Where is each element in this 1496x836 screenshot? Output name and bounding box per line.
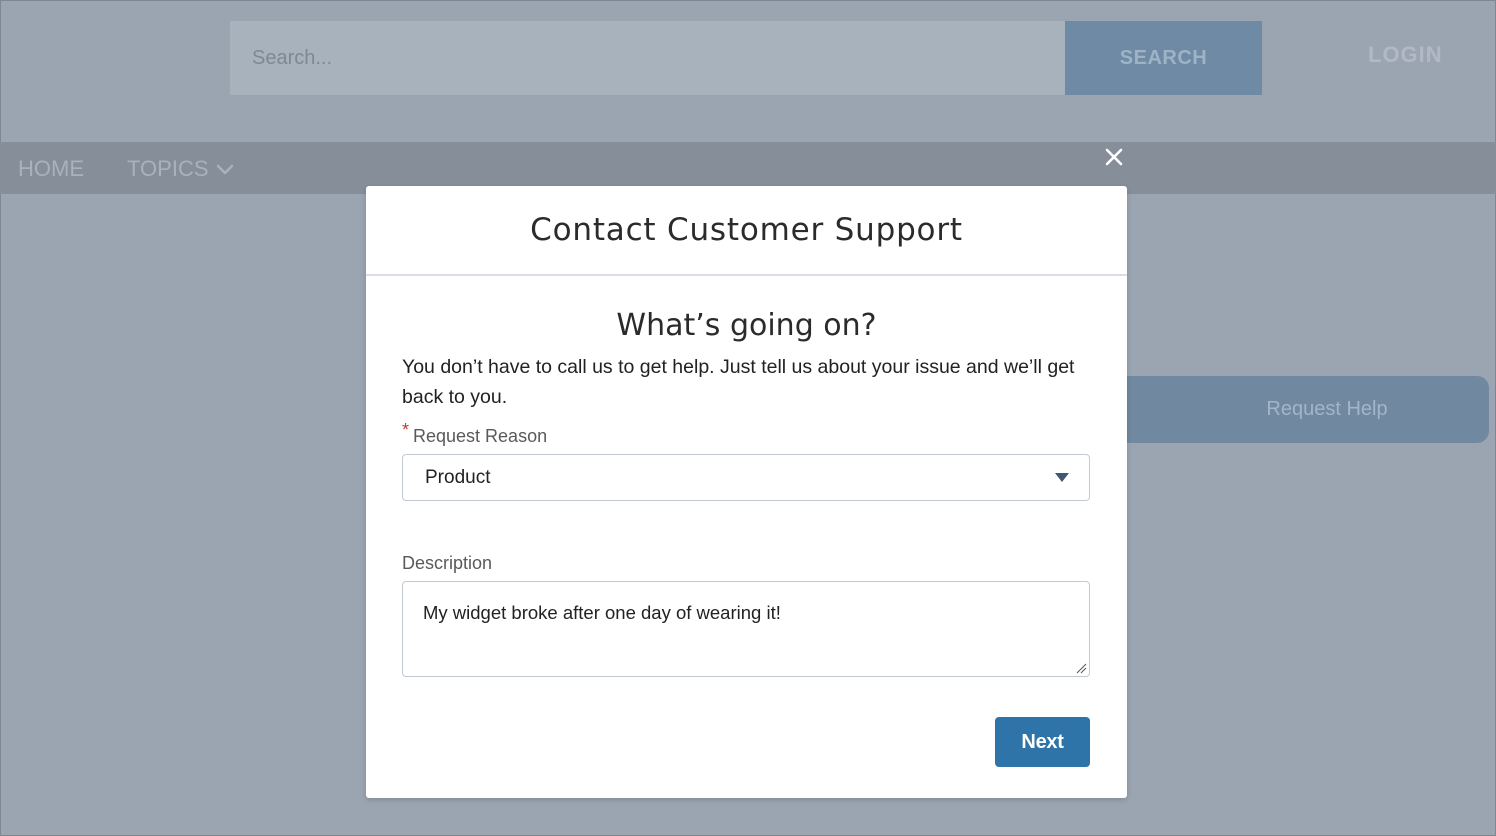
modal-title: Contact Customer Support [530,212,963,248]
login-link[interactable]: LOGIN [1368,42,1443,68]
search-input[interactable]: Search... [230,21,1065,95]
chevron-down-icon [216,164,233,175]
modal-intro-text: You don’t have to call us to get help. J… [402,356,1075,408]
nav-item-topics-label: TOPICS [127,156,209,181]
modal-heading: What’s going on? [616,308,877,343]
request-help-label: Request Help [1266,398,1388,420]
required-marker: * [402,420,410,440]
request-reason-value: Product [425,466,491,488]
next-button[interactable]: Next [995,717,1090,767]
nav-item-topics[interactable]: TOPICS [127,156,235,182]
dropdown-caret-icon [1055,473,1069,482]
request-reason-select[interactable]: Product [402,454,1090,501]
close-icon[interactable] [1102,145,1126,169]
nav-item-home[interactable]: HOME [18,156,84,182]
description-textarea[interactable]: My widget broke after one day of wearing… [402,581,1090,677]
resize-handle-icon[interactable] [1075,662,1087,674]
request-reason-label: Request Reason [413,426,548,446]
description-label: Description [402,553,493,573]
search-button[interactable]: SEARCH [1065,21,1262,95]
contact-support-modal: Contact Customer Support What’s going on… [366,186,1127,798]
request-help-button[interactable]: Request Help [1080,376,1489,443]
modal-header: Contact Customer Support [366,186,1127,276]
description-value: My widget broke after one day of wearing… [423,602,781,623]
